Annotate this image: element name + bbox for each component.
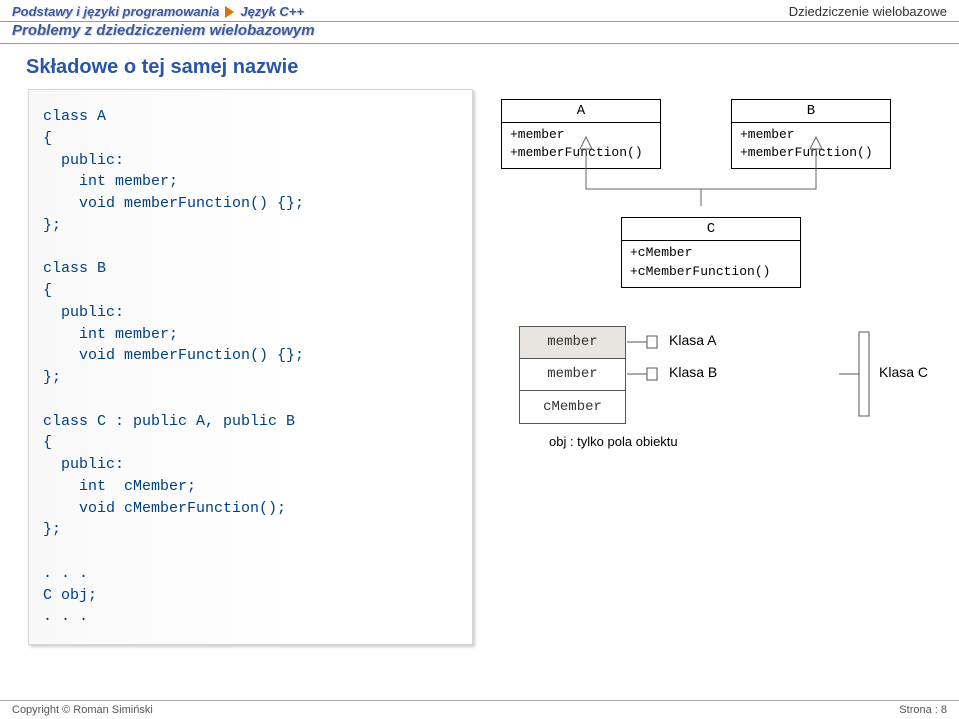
diagram-pane: A +member +memberFunction() B +member +m…	[491, 89, 931, 645]
uml-class-c: C +cMember +cMemberFunction()	[621, 217, 801, 287]
uml-class-c-body: +cMember +cMemberFunction()	[622, 241, 800, 286]
uml-class-a: A +member +memberFunction()	[501, 99, 661, 169]
uml-b-method: +memberFunction()	[740, 144, 882, 162]
uml-a-method: +memberFunction()	[510, 144, 652, 162]
obj-cell-member-a: member	[520, 327, 625, 359]
label-klasa-a: Klasa A	[669, 332, 716, 348]
uml-parents-row: A +member +memberFunction() B +member +m…	[501, 99, 931, 169]
footer-copyright: Copyright © Roman Simiński	[12, 704, 153, 716]
header-right-text: Dziedziczenie wielobazowe	[789, 4, 947, 19]
label-klasa-c: Klasa C	[879, 364, 928, 380]
object-grid: member member cMember	[519, 326, 626, 424]
object-layout-block: member member cMember Klasa A Klasa B Kl…	[519, 326, 931, 424]
code-block: class A { public: int member; void membe…	[28, 89, 473, 645]
footer: Copyright © Roman Simiński Strona : 8	[0, 700, 959, 719]
uml-class-b: B +member +memberFunction()	[731, 99, 891, 169]
breadcrumb-item-2: Język C++	[240, 4, 304, 19]
uml-b-member: +member	[740, 126, 882, 144]
uml-class-b-title: B	[732, 100, 890, 123]
section-title: Składowe o tej samej nazwie	[0, 44, 959, 89]
obj-cell-cmember: cMember	[520, 391, 625, 423]
uml-class-a-title: A	[502, 100, 660, 123]
uml-c-method: +cMemberFunction()	[630, 263, 792, 281]
subheader: Problemy z dziedziczeniem wielobazowym	[0, 22, 959, 44]
uml-child-row: C +cMember +cMemberFunction()	[491, 217, 931, 287]
uml-class-c-title: C	[622, 218, 800, 241]
uml-a-member: +member	[510, 126, 652, 144]
subheader-text: Problemy z dziedziczeniem wielobazowym	[12, 22, 315, 39]
obj-cell-member-b: member	[520, 359, 625, 391]
breadcrumb-bar: Podstawy i języki programowania Język C+…	[0, 0, 959, 22]
uml-class-b-body: +member +memberFunction()	[732, 123, 890, 168]
footer-page: Strona : 8	[899, 704, 947, 716]
arrow-icon	[225, 6, 234, 18]
breadcrumb-item-1: Podstawy i języki programowania	[12, 4, 219, 19]
object-caption: obj : tylko pola obiektu	[549, 434, 678, 449]
uml-class-a-body: +member +memberFunction()	[502, 123, 660, 168]
uml-c-member: +cMember	[630, 244, 792, 262]
content-area: class A { public: int member; void membe…	[0, 89, 959, 645]
label-klasa-b: Klasa B	[669, 364, 717, 380]
